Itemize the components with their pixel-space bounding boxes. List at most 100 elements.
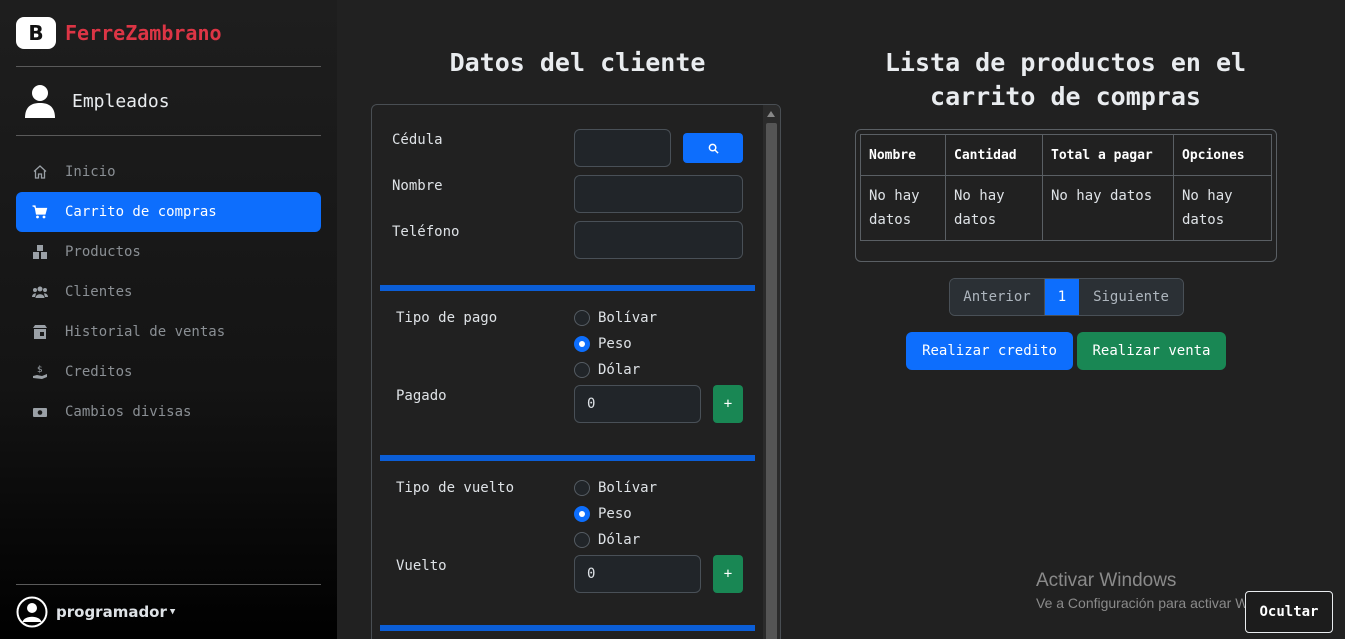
payment-radio-bolivar[interactable]: Bolívar [574, 310, 657, 326]
sidebar-item-label: Clientes [65, 284, 133, 300]
cart-icon [32, 204, 48, 220]
add-change-button[interactable]: + [713, 555, 743, 593]
pagination-prev[interactable]: Anterior [950, 279, 1045, 315]
svg-text:$: $ [37, 365, 43, 375]
column-header: Total a pagar [1042, 134, 1174, 176]
people-icon [32, 284, 48, 300]
radio-label: Dólar [598, 362, 641, 378]
radio-button[interactable] [574, 480, 590, 496]
section-divider [380, 455, 755, 461]
sidebar-item-carrito[interactable]: Carrito de compras [16, 192, 321, 232]
column-header: Nombre [860, 134, 946, 176]
divider [16, 135, 321, 136]
cart-table: Nombre Cantidad Total a pagar Opciones N… [860, 134, 1272, 241]
search-icon [708, 143, 719, 154]
pagination: Anterior 1 Siguiente [949, 278, 1184, 316]
cash-exchange-icon [32, 404, 48, 420]
table-cell: No hay datos [1042, 175, 1174, 241]
pagination-next[interactable]: Siguiente [1079, 279, 1183, 315]
employees-label: Empleados [72, 90, 170, 112]
sidebar-item-clientes[interactable]: Clientes [16, 272, 321, 312]
radio-label: Bolívar [598, 480, 658, 496]
radio-label: Peso [598, 336, 632, 352]
cart-table-container: Nombre Cantidad Total a pagar Opciones N… [855, 129, 1277, 262]
radio-button[interactable] [574, 532, 590, 548]
sidebar-item-label: Creditos [65, 364, 133, 380]
paid-label: Pagado [396, 388, 447, 404]
cedula-label: Cédula [392, 132, 443, 148]
telefono-input[interactable] [574, 221, 743, 259]
radio-label: Peso [598, 506, 632, 522]
payment-radio-dolar[interactable]: Dólar [574, 362, 640, 378]
radio-button[interactable] [574, 336, 590, 352]
hide-button[interactable]: Ocultar [1245, 591, 1333, 633]
column-header: Cantidad [945, 134, 1043, 176]
sidebar-item-label: Historial de ventas [65, 324, 226, 340]
sidebar-item-cambios[interactable]: Cambios divisas [16, 392, 321, 432]
cart-title-line: carrito de compras [930, 82, 1201, 111]
cart-title: Lista de productos en el carrito de comp… [858, 46, 1273, 114]
bootstrap-logo-icon: B [16, 17, 56, 49]
user-dropdown[interactable]: programador ▼ [16, 585, 321, 639]
sidebar-item-productos[interactable]: Productos [16, 232, 321, 272]
table-cell: No hay datos [1173, 175, 1272, 241]
scroll-thumb[interactable] [766, 123, 777, 639]
user-avatar-icon [16, 596, 48, 628]
person-icon [25, 85, 55, 118]
sidebar-item-label: Productos [65, 244, 141, 260]
scroll-up-arrow-icon[interactable] [767, 111, 775, 117]
radio-button[interactable] [574, 310, 590, 326]
make-credit-button[interactable]: Realizar credito [906, 332, 1073, 370]
client-data-title: Datos del cliente [449, 48, 706, 77]
employees-section[interactable]: Empleados [16, 67, 321, 135]
change-radio-peso[interactable]: Peso [574, 506, 632, 522]
panel-scrollbar[interactable] [763, 105, 780, 639]
nombre-label: Nombre [392, 178, 443, 194]
sidebar-item-label: Carrito de compras [65, 204, 217, 220]
sidebar-footer: programador ▼ [16, 584, 321, 639]
change-input[interactable]: 0 [574, 555, 701, 593]
radio-label: Bolívar [598, 310, 658, 326]
make-sale-button[interactable]: Realizar venta [1077, 332, 1226, 370]
sidebar-item-label: Cambios divisas [65, 404, 192, 420]
sidebar: B FerreZambrano Empleados Inicio Carrito… [0, 0, 337, 639]
add-paid-button[interactable]: + [713, 385, 743, 423]
caret-down-icon: ▼ [169, 607, 176, 617]
radio-button[interactable] [574, 362, 590, 378]
sidebar-item-label: Inicio [65, 164, 116, 180]
payment-type-label: Tipo de pago [396, 310, 498, 326]
client-form-panel: Cédula Nombre Teléfono Tipo de pago Bolí… [371, 104, 781, 639]
watermark-title: Activar Windows [1036, 570, 1177, 591]
hand-dollar-icon: $ [32, 364, 48, 380]
pagination-page[interactable]: 1 [1045, 279, 1079, 315]
home-icon [32, 164, 48, 180]
change-radio-bolivar[interactable]: Bolívar [574, 480, 657, 496]
sidebar-item-creditos[interactable]: $ Creditos [16, 352, 321, 392]
sidebar-item-inicio[interactable]: Inicio [16, 152, 321, 192]
table-cell: No hay datos [945, 175, 1043, 241]
section-divider [380, 285, 755, 291]
change-type-label: Tipo de vuelto [396, 480, 515, 496]
paid-input[interactable]: 0 [574, 385, 701, 423]
sidebar-nav: Inicio Carrito de compras Productos Clie… [16, 152, 321, 432]
change-radio-dolar[interactable]: Dólar [574, 532, 640, 548]
brand-name: FerreZambrano [65, 21, 222, 45]
cart-title-line: Lista de productos en el [884, 48, 1247, 77]
telefono-label: Teléfono [392, 224, 460, 240]
brand[interactable]: B FerreZambrano [16, 0, 321, 66]
username: programador [56, 603, 167, 621]
search-button[interactable] [683, 133, 743, 163]
shop-history-icon [32, 324, 48, 340]
radio-button[interactable] [574, 506, 590, 522]
column-header: Opciones [1173, 134, 1272, 176]
table-header-row: Nombre Cantidad Total a pagar Opciones [860, 134, 1272, 176]
cedula-input[interactable] [574, 129, 671, 167]
boxes-icon [32, 244, 48, 260]
table-cell: No hay datos [860, 175, 946, 241]
section-divider [380, 625, 755, 631]
table-row: No hay datos No hay datos No hay datos N… [860, 175, 1272, 241]
payment-radio-peso[interactable]: Peso [574, 336, 632, 352]
radio-label: Dólar [598, 532, 641, 548]
nombre-input[interactable] [574, 175, 743, 213]
sidebar-item-historial[interactable]: Historial de ventas [16, 312, 321, 352]
